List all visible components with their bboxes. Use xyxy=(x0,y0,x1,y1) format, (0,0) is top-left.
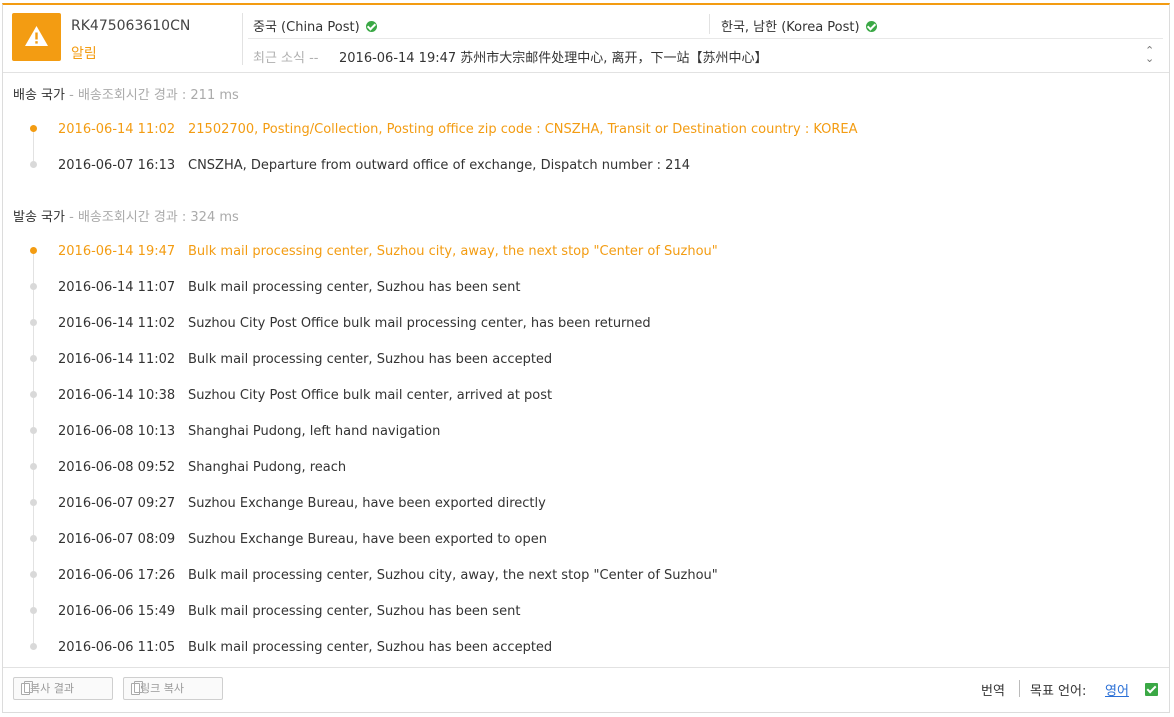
dot-icon xyxy=(30,391,37,398)
timeline-event: 2016-06-14 11:02 Suzhou City Post Office … xyxy=(3,316,1103,336)
event-time: 2016-06-08 10:13 xyxy=(58,424,176,439)
timeline-event: 2016-06-07 09:27 Suzhou Exchange Bureau, … xyxy=(3,496,1103,516)
footer-bar: 복사 결과 링크 복사 번역 목표 언어: 영어 xyxy=(3,667,1169,712)
alert-badge xyxy=(12,13,61,61)
tracking-number: RK475063610CN xyxy=(71,18,191,34)
event-time: 2016-06-14 11:07 xyxy=(58,280,176,295)
expand-collapse-icon[interactable]: ⌃ ⌄ xyxy=(1145,45,1154,64)
timeline-event: 2016-06-14 11:02 Bulk mail processing cen… xyxy=(3,352,1103,372)
section-subtitle: - 배송조회시간 경과 : 211 ms xyxy=(64,88,239,103)
timeline-event: 2016-06-06 11:05 Bulk mail processing cen… xyxy=(3,640,1103,660)
timeline-event: 2016-06-14 11:02 21502700, Posting/Collec… xyxy=(3,122,1103,142)
event-description: 21502700, Posting/Collection, Posting of… xyxy=(188,122,858,137)
destination-carrier-name: 한국, 남한 (Korea Post) xyxy=(721,20,860,35)
dot-icon xyxy=(30,355,37,362)
event-time: 2016-06-14 19:47 xyxy=(58,244,176,259)
event-time: 2016-06-14 11:02 xyxy=(58,122,176,137)
warning-icon xyxy=(25,26,48,46)
section-title-text: 발송 국가 xyxy=(13,210,65,225)
event-description: Bulk mail processing center, Suzhou has … xyxy=(188,352,553,367)
event-time: 2016-06-07 16:13 xyxy=(58,158,176,173)
target-language-link[interactable]: 영어 xyxy=(1105,680,1129,699)
copy-result-button[interactable]: 복사 결과 xyxy=(13,677,113,700)
event-time: 2016-06-08 09:52 xyxy=(58,460,176,475)
event-description: Shanghai Pudong, reach xyxy=(188,460,347,475)
event-description: CNSZHA, Departure from outward office of… xyxy=(188,158,690,173)
event-time: 2016-06-06 15:49 xyxy=(58,604,176,619)
dot-icon xyxy=(30,499,37,506)
clipboard-icon xyxy=(131,681,143,695)
section-title-text: 배송 국가 xyxy=(13,88,65,103)
dot-icon xyxy=(30,161,37,168)
timeline-event: 2016-06-14 11:07 Bulk mail processing cen… xyxy=(3,280,1103,300)
translate-label: 번역 xyxy=(981,684,1005,699)
timeline-event: 2016-06-08 10:13 Shanghai Pudong, left ha… xyxy=(3,424,1103,444)
dot-icon xyxy=(30,463,37,470)
dot-icon xyxy=(30,319,37,326)
event-description: Bulk mail processing center, Suzhou has … xyxy=(188,640,553,655)
latest-divider xyxy=(248,38,1163,39)
dot-icon xyxy=(30,571,37,578)
active-dot-icon xyxy=(30,125,37,132)
event-description: Suzhou City Post Office bulk mail center… xyxy=(188,388,553,403)
footer-divider xyxy=(1019,680,1020,697)
dot-icon xyxy=(30,427,37,434)
copy-result-label: 복사 결과 xyxy=(30,682,74,695)
event-description: Shanghai Pudong, left hand navigation xyxy=(188,424,441,439)
timeline-event: 2016-06-06 15:49 Bulk mail processing cen… xyxy=(3,604,1103,624)
event-time: 2016-06-07 08:09 xyxy=(58,532,176,547)
tracking-result-panel: RK475063610CN 알림 중국 (China Post) 한국, 남한 … xyxy=(2,3,1170,713)
origin-section-title: 발송 국가 - 배송조회시간 경과 : 324 ms xyxy=(13,206,239,225)
timeline-event: 2016-06-08 09:52 Shanghai Pudong, reach xyxy=(3,460,1103,480)
timeline-line xyxy=(33,247,34,649)
status-label: 알림 xyxy=(71,46,97,62)
event-time: 2016-06-14 11:02 xyxy=(58,316,176,331)
header-divider xyxy=(242,13,243,65)
timeline-event: 2016-06-07 08:09 Suzhou Exchange Bureau, … xyxy=(3,532,1103,552)
event-time: 2016-06-06 11:05 xyxy=(58,640,176,655)
check-circle-icon xyxy=(365,21,377,32)
latest-news-text: 2016-06-14 19:47 苏州市大宗邮件处理中心, 离开，下一站【苏州中… xyxy=(339,51,768,66)
destination-section-title: 배송 국가 - 배송조회시간 경과 : 211 ms xyxy=(13,84,239,103)
section-subtitle: - 배송조회시간 경과 : 324 ms xyxy=(64,210,239,225)
timeline-event: 2016-06-06 17:26 Bulk mail processing cen… xyxy=(3,568,1103,588)
dot-icon xyxy=(30,283,37,290)
active-dot-icon xyxy=(30,247,37,254)
check-circle-icon xyxy=(865,21,877,32)
event-time: 2016-06-07 09:27 xyxy=(58,496,176,511)
translate-checkbox[interactable] xyxy=(1145,683,1158,696)
latest-news-label: 최근 소식 -- xyxy=(253,51,319,66)
event-description: Bulk mail processing center, Suzhou has … xyxy=(188,604,521,619)
event-time: 2016-06-14 11:02 xyxy=(58,352,176,367)
event-time: 2016-06-14 10:38 xyxy=(58,388,176,403)
dot-icon xyxy=(30,607,37,614)
event-description: Bulk mail processing center, Suzhou city… xyxy=(188,568,718,583)
dot-icon xyxy=(30,643,37,650)
target-language-label: 목표 언어: xyxy=(1030,684,1087,699)
origin-carrier: 중국 (China Post) xyxy=(253,16,377,35)
origin-carrier-name: 중국 (China Post) xyxy=(253,20,360,35)
event-description: Suzhou Exchange Bureau, have been export… xyxy=(188,496,546,511)
timeline-event: 2016-06-14 19:47 Bulk mail processing cen… xyxy=(3,244,1103,264)
event-description: Bulk mail processing center, Suzhou has … xyxy=(188,280,521,295)
carrier-divider xyxy=(709,14,710,34)
destination-carrier: 한국, 남한 (Korea Post) xyxy=(721,16,877,35)
copy-link-label: 링크 복사 xyxy=(140,682,184,695)
event-time: 2016-06-06 17:26 xyxy=(58,568,176,583)
dot-icon xyxy=(30,535,37,542)
event-description: Bulk mail processing center, Suzhou city… xyxy=(188,244,718,259)
timeline-event: 2016-06-14 10:38 Suzhou City Post Office … xyxy=(3,388,1103,408)
event-description: Suzhou City Post Office bulk mail proces… xyxy=(188,316,651,331)
copy-link-button[interactable]: 링크 복사 xyxy=(123,677,223,700)
timeline-event: 2016-06-07 16:13 CNSZHA, Departure from o… xyxy=(3,158,1103,178)
event-description: Suzhou Exchange Bureau, have been export… xyxy=(188,532,547,547)
tracking-header: RK475063610CN 알림 중국 (China Post) 한국, 남한 … xyxy=(3,5,1169,73)
clipboard-icon xyxy=(21,681,33,695)
